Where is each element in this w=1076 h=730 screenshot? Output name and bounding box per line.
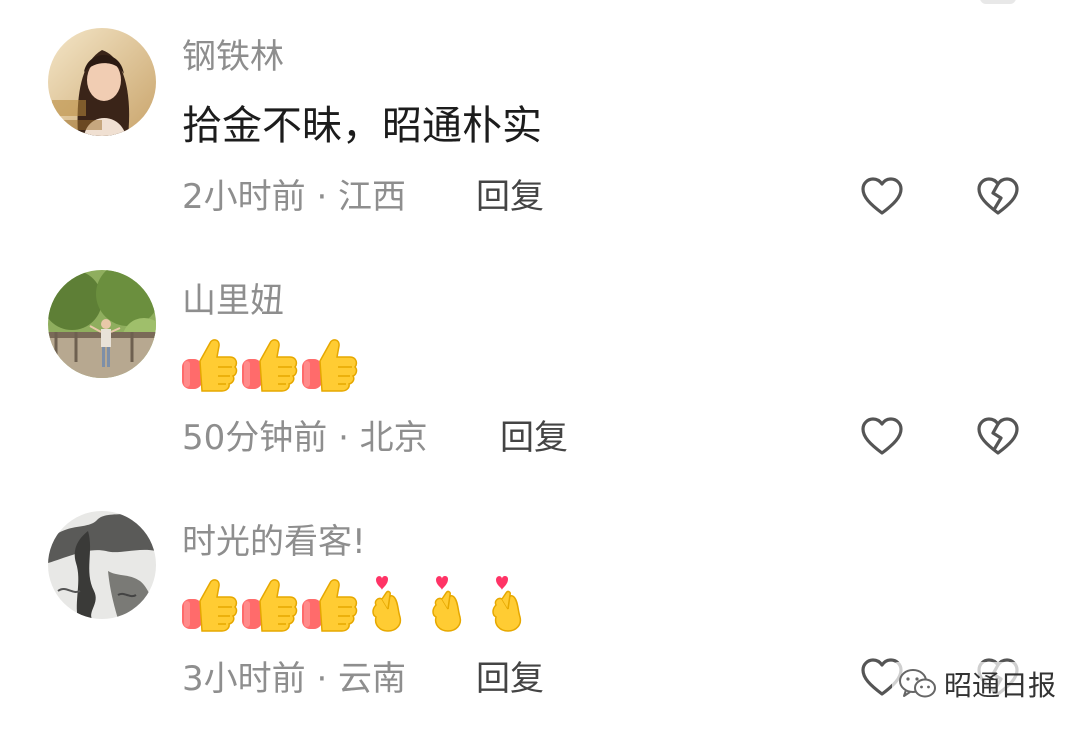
thumbs-up-emoji [180, 575, 238, 637]
thumbs-up-emoji [240, 575, 298, 637]
comment-item: 时光的看客! 3小时前 · 云南 回复 [0, 0, 1076, 730]
watermark: 昭通日报 [892, 662, 1063, 706]
finger-heart-emoji [480, 575, 538, 637]
thumbs-up-emoji [300, 575, 358, 637]
comment-meta: 3小时前 · 云南 [182, 659, 407, 699]
reply-button[interactable]: 回复 [476, 662, 544, 696]
finger-heart-emoji [420, 575, 478, 637]
wechat-icon [899, 669, 936, 698]
watermark-text: 昭通日报 [944, 669, 1057, 702]
avatar-image [48, 511, 156, 619]
username[interactable]: 时光的看客! [182, 525, 366, 559]
finger-heart-emoji [360, 575, 418, 637]
comment-list-page: 钢铁林 拾金不昧，昭通朴实 2小时前 · 江西 回复 山里妞 50分钟前 · 北… [0, 0, 1076, 730]
emoji-row [180, 576, 538, 636]
avatar[interactable] [48, 511, 156, 619]
